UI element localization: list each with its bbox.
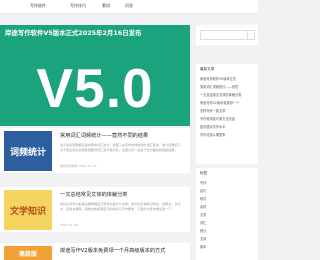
tag-link[interactable]: 文体 bbox=[200, 236, 256, 241]
post-meta: 岸途写作软件 2024-11-22 ... bbox=[60, 164, 101, 168]
nav-item-software[interactable]: 写作软件 bbox=[30, 3, 46, 9]
latest-post-link[interactable]: 怎样写好一篇文章 bbox=[200, 108, 256, 113]
tags-widget: 标签 写作 技巧 软件 素材 文学 词汇 统计 文体 版本 bbox=[196, 168, 258, 260]
post-title[interactable]: 一文总结常见文体的体裁分类 bbox=[60, 191, 127, 198]
latest-post-link[interactable]: 岸途写作V2版本免费领一个 bbox=[200, 100, 256, 105]
latest-post-link[interactable]: 常用词汇词频统计——竟然 bbox=[200, 84, 256, 89]
post-title[interactable]: 常用词汇词频统计——竟然不同的结果 bbox=[60, 132, 148, 139]
tag-link[interactable]: 写作 bbox=[200, 180, 256, 185]
nav-item-tips[interactable]: 写作技巧 bbox=[70, 3, 86, 9]
nav-item-qa[interactable]: 问答 bbox=[125, 3, 133, 9]
post-card[interactable]: 高级版 岸途写作V2版本免费领一个月高级版本的方式 bbox=[0, 243, 190, 260]
latest-post-link[interactable]: 岸途写作软件V5版本正式 bbox=[200, 76, 256, 81]
latest-post-link[interactable]: 一文总结常见文体的体裁分类 bbox=[200, 92, 256, 97]
tag-link[interactable]: 统计 bbox=[200, 228, 256, 233]
post-title[interactable]: 岸途写作V2版本免费领一个月高级版本的方式 bbox=[60, 247, 165, 254]
latest-posts-widget: 最新文章 岸途写作软件V5版本正式 常用词汇词频统计——竟然 一文总结常见文体的… bbox=[196, 64, 258, 164]
widget-title: 最新文章 bbox=[200, 67, 215, 71]
latest-post-link[interactable]: 写作常用技巧和方法总结 bbox=[200, 116, 256, 121]
tag-link[interactable]: 词汇 bbox=[200, 220, 256, 225]
post-meta: 2024-11-16 ... bbox=[60, 223, 82, 227]
post-thumbnail[interactable]: 文学知识 bbox=[4, 190, 52, 230]
tag-link[interactable]: 素材 bbox=[200, 204, 256, 209]
nav-item-material[interactable]: 素材 bbox=[102, 3, 110, 9]
top-nav-bar: 写作软件 写作技巧 素材 问答 bbox=[0, 0, 258, 14]
tag-link[interactable]: 软件 bbox=[200, 196, 256, 201]
latest-post-link[interactable]: 写作灵感从哪里来 bbox=[200, 132, 256, 137]
hero-version-text: V5.0 bbox=[36, 57, 154, 119]
hero-title[interactable]: 岸途写作软件V5版本正式2025年2月16日发布 bbox=[5, 28, 141, 37]
post-thumbnail[interactable]: 高级版 bbox=[4, 246, 52, 260]
search-button[interactable] bbox=[248, 30, 255, 40]
post-card[interactable]: 词频统计 常用词汇词频统计——竟然不同的结果 关于最近刚刚搞完最常用的词汇统计，… bbox=[0, 128, 190, 173]
post-excerpt: 我们在写作之前首先要明确自己想写的是什么文体，常见的文体有记叙文、说明文、议论文… bbox=[60, 202, 181, 211]
widget-title: 标签 bbox=[200, 171, 208, 175]
post-thumbnail[interactable]: 词频统计 bbox=[4, 131, 52, 171]
post-excerpt: 关于最近刚刚搞完最常用的词汇统计，处理了在写作时候常用的词汇频次，统计结果如下，… bbox=[60, 143, 184, 152]
search-box bbox=[196, 25, 258, 45]
tag-link[interactable]: 技巧 bbox=[200, 188, 256, 193]
post-card[interactable]: 文学知识 一文总结常见文体的体裁分类 我们在写作之前首先要明确自己想写的是什么文… bbox=[0, 187, 190, 232]
search-input[interactable] bbox=[200, 30, 248, 40]
tag-link[interactable]: 版本 bbox=[200, 244, 256, 249]
latest-post-link[interactable]: 如何提高写作水平 bbox=[200, 124, 256, 129]
tag-link[interactable]: 文学 bbox=[200, 212, 256, 217]
hero-banner[interactable]: 岸途写作软件V5版本正式2025年2月16日发布 V5.0 bbox=[0, 25, 190, 126]
